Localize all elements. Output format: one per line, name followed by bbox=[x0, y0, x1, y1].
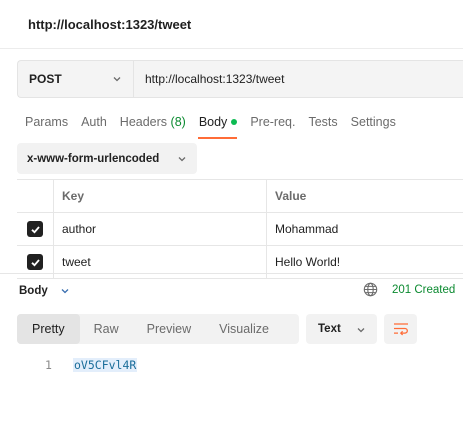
tab-label: Auth bbox=[81, 115, 107, 129]
globe-icon[interactable] bbox=[363, 282, 378, 297]
chevron-down-icon bbox=[178, 157, 186, 162]
tab-params[interactable]: Params bbox=[25, 115, 68, 138]
tab-headers[interactable]: Headers (8) bbox=[120, 115, 186, 138]
table-row: author Mohammad bbox=[17, 213, 463, 246]
tab-visualize[interactable]: Visualize bbox=[205, 314, 283, 344]
tab-pretty[interactable]: Pretty bbox=[17, 314, 80, 344]
tab-raw[interactable]: Raw bbox=[80, 314, 133, 344]
tab-label: Settings bbox=[350, 115, 396, 129]
format-select[interactable]: Text bbox=[306, 314, 377, 344]
tab-settings[interactable]: Settings bbox=[351, 115, 396, 138]
tab-body[interactable]: Body bbox=[197, 115, 238, 139]
method-label: POST bbox=[29, 72, 62, 86]
value-input[interactable]: Mohammad bbox=[267, 213, 463, 245]
checkmark-icon bbox=[30, 225, 40, 234]
wrap-lines-button[interactable] bbox=[384, 314, 417, 344]
line-number: 1 bbox=[45, 358, 52, 372]
response-divider bbox=[0, 273, 463, 274]
response-bar: Body 201 Created bbox=[19, 282, 463, 300]
status-badge[interactable]: 201 Created bbox=[392, 284, 455, 296]
tab-label: Headers bbox=[119, 115, 168, 129]
tab-tests[interactable]: Tests bbox=[308, 115, 337, 138]
tab-preview[interactable]: Preview bbox=[133, 314, 205, 344]
code-line: 1 oV5CFvl4R bbox=[45, 358, 138, 372]
response-body-dropdown[interactable]: Body bbox=[19, 285, 70, 297]
tab-label: Tests bbox=[308, 115, 338, 129]
chevron-down-icon bbox=[61, 289, 69, 294]
header-key: Key bbox=[54, 180, 267, 212]
table-row: tweet Hello World! bbox=[17, 246, 463, 279]
row-checkbox[interactable] bbox=[27, 221, 43, 237]
key-value-table: Key Value author Mohammad tweet Hello Wo… bbox=[17, 179, 463, 279]
tab-label: Params bbox=[25, 115, 69, 129]
headers-count: (8) bbox=[170, 115, 186, 129]
request-title: http://localhost:1323/tweet bbox=[28, 17, 192, 32]
checkbox-cell bbox=[17, 213, 54, 245]
row-checkbox[interactable] bbox=[27, 254, 43, 270]
url-input[interactable]: http://localhost:1323/tweet bbox=[134, 61, 463, 97]
method-select[interactable]: POST bbox=[18, 61, 134, 97]
response-section-label: Body bbox=[19, 285, 48, 297]
key-input[interactable]: author bbox=[54, 213, 267, 245]
header-checkbox-cell bbox=[17, 180, 54, 212]
tab-auth[interactable]: Auth bbox=[81, 115, 107, 138]
body-indicator-dot bbox=[231, 119, 238, 125]
wrap-lines-icon bbox=[393, 323, 408, 336]
url-bar: POST http://localhost:1323/tweet bbox=[17, 60, 463, 98]
checkmark-icon bbox=[30, 258, 40, 267]
table-header-row: Key Value bbox=[17, 180, 463, 213]
chevron-down-icon bbox=[113, 77, 121, 82]
body-type-select[interactable]: x-www-form-urlencoded bbox=[17, 143, 197, 174]
format-label: Text bbox=[318, 323, 341, 335]
header-value: Value bbox=[275, 189, 307, 203]
chevron-down-icon bbox=[357, 328, 365, 333]
tab-pre-request[interactable]: Pre-req. bbox=[250, 115, 295, 138]
response-body-text[interactable]: oV5CFvl4R bbox=[73, 358, 138, 372]
response-view-tabs: Pretty Raw Preview Visualize bbox=[17, 314, 299, 344]
title-divider bbox=[0, 48, 463, 49]
request-tabs: Params Auth Headers (8) Body Pre-req. Te… bbox=[25, 115, 409, 139]
body-type-label: x-www-form-urlencoded bbox=[27, 152, 160, 165]
tab-label: Body bbox=[198, 115, 228, 129]
tab-label: Pre-req. bbox=[250, 115, 296, 129]
